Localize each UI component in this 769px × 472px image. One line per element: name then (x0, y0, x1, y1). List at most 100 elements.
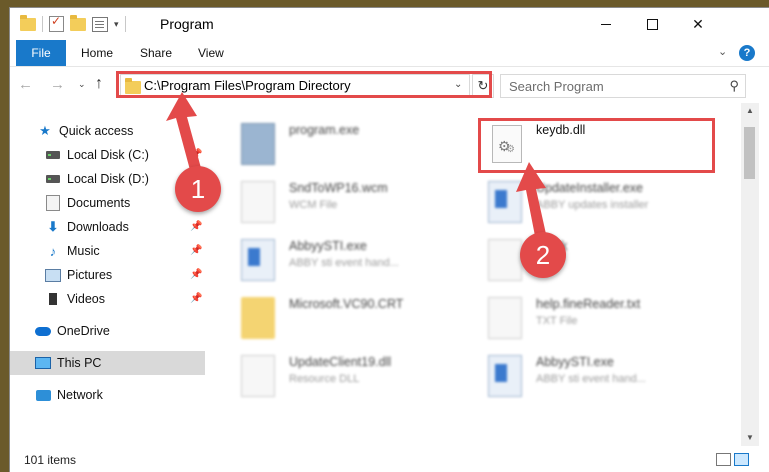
sidebar-item-label: Local Disk (C:) (67, 148, 149, 162)
application-icon (241, 239, 275, 281)
file-type: TXT File (536, 315, 578, 327)
sidebar-item-label: Quick access (59, 124, 134, 138)
folder-icon[interactable] (20, 14, 36, 31)
sidebar-item-network[interactable]: Network (10, 383, 230, 407)
sidebar-item-label: Videos (67, 292, 105, 306)
file-item-help-finereader[interactable]: help.fineReader.txt TXT File (488, 293, 728, 345)
drive-icon (45, 147, 61, 163)
recent-locations-chevron-icon[interactable]: ⌄ (78, 79, 86, 90)
file-item-abbyysti[interactable]: AbbyySTI.exe ABBY sti event hand... (241, 235, 481, 287)
file-name: Microsoft.VC90.CRT (289, 297, 404, 311)
music-icon: ♪ (49, 243, 57, 259)
drive-icon (45, 171, 61, 187)
star-icon: ★ (39, 123, 51, 138)
scroll-up-arrow-icon[interactable]: ▲ (741, 103, 759, 119)
close-icon: ✕ (692, 15, 704, 32)
cloud-icon (35, 323, 51, 339)
window-title: Program (160, 16, 214, 32)
file-name: help.fineReader.txt (536, 297, 641, 311)
sidebar-item-label: Pictures (67, 268, 113, 282)
computer-icon (35, 355, 51, 371)
file-name: UpdateClient19.dll (289, 355, 392, 369)
sidebar-item-label: Local Disk (D:) (67, 172, 149, 186)
ribbon-tabs: File Home Share View ⌄ ? (10, 40, 769, 67)
scrollbar-thumb[interactable] (744, 127, 755, 179)
tab-home[interactable]: Home (81, 40, 113, 66)
file-item-updateclient19[interactable]: UpdateClient19.dll Resource DLL (241, 351, 481, 403)
sidebar-item-label: OneDrive (57, 324, 110, 338)
pictures-icon (45, 267, 61, 283)
scroll-down-arrow-icon[interactable]: ▼ (741, 430, 759, 446)
sidebar-item-label: Music (67, 244, 100, 258)
file-icon (488, 239, 522, 281)
pin-icon[interactable]: 📌 (190, 245, 202, 256)
properties-check-icon[interactable] (49, 14, 64, 32)
file-item-program-exe[interactable]: program.exe (241, 119, 481, 171)
toolbar-separator (42, 16, 43, 32)
videos-icon (45, 291, 61, 307)
tab-view[interactable]: View (198, 40, 224, 66)
customize-toolbar-chevron-icon[interactable]: ▾ (114, 19, 119, 30)
maximize-icon (646, 18, 658, 30)
tab-share[interactable]: Share (140, 40, 172, 66)
file-name: AbbyySTI.exe (536, 355, 614, 369)
forward-arrow-icon[interactable]: → (50, 76, 65, 93)
details-view-icon[interactable] (716, 453, 731, 466)
minimize-icon (601, 23, 611, 25)
pin-icon[interactable]: 📌 (190, 269, 202, 280)
search-input[interactable]: Search Program (509, 79, 604, 94)
tab-file[interactable]: File (16, 40, 66, 66)
file-type: ABBY sti event hand... (289, 257, 399, 269)
file-type: ABBY sti event hand... (536, 373, 646, 385)
quick-access-toolbar: ▾ (20, 14, 126, 32)
status-bar: 101 items (10, 446, 769, 472)
file-item-sndtowp16[interactable]: SndToWP16.wcm WCM File (241, 177, 481, 229)
pin-icon[interactable]: 📌 (190, 293, 202, 304)
sidebar-item-label: Documents (67, 196, 131, 210)
file-list: program.exe SndToWP16.wcm WCM File Abbyy… (205, 103, 741, 446)
file-item-abbyysti-2[interactable]: AbbyySTI.exe ABBY sti event hand... (488, 351, 728, 403)
network-icon (35, 387, 51, 403)
application-icon (488, 355, 522, 397)
help-icon[interactable]: ? (739, 45, 755, 61)
application-icon (488, 181, 522, 223)
file-type: Resource DLL (289, 373, 360, 385)
file-item-microsoft-vc90-crt[interactable]: Microsoft.VC90.CRT (241, 293, 481, 345)
file-name: AbbyySTI.exe (289, 239, 367, 253)
file-item-updateinstaller[interactable]: UpdateInstaller.exe ABBY updates install… (488, 177, 728, 229)
minimize-button[interactable] (583, 8, 629, 40)
file-type: WCM File (289, 199, 338, 211)
sidebar-item-this-pc[interactable]: This PC (10, 351, 230, 375)
step-2-badge: 2 (520, 232, 566, 278)
navigation-bar: ← → ⌄ ↑ C:\Program Files\Program Directo… (10, 67, 769, 103)
file-icon (241, 181, 275, 223)
vertical-scrollbar[interactable]: ▲ ▼ (741, 103, 759, 446)
new-folder-icon[interactable] (70, 14, 86, 31)
expand-ribbon-chevron-icon[interactable]: ⌄ (718, 45, 727, 58)
address-bar-highlight (116, 71, 492, 98)
search-icon[interactable]: ⚲ (729, 78, 739, 94)
up-arrow-icon[interactable]: ↑ (95, 75, 103, 93)
navigation-pane: ★ Quick access Local Disk (C:) 📌 Local D… (10, 103, 230, 446)
close-button[interactable]: ✕ (675, 8, 721, 40)
step-1-badge: 1 (175, 166, 221, 212)
keydb-file-highlight (478, 118, 715, 173)
pin-icon[interactable]: 📌 (190, 221, 202, 232)
sidebar-item-quick-access[interactable]: ★ Quick access (10, 119, 232, 143)
maximize-button[interactable] (629, 8, 675, 40)
sidebar-item-label: Network (57, 388, 103, 402)
sidebar-item-label: This PC (57, 356, 102, 370)
title-bar: ▾ Program ✕ (10, 8, 769, 40)
sidebar-item-onedrive[interactable]: OneDrive (10, 319, 230, 343)
toolbar-separator (124, 16, 126, 32)
explorer-window: ▾ Program ✕ File Home Share View ⌄ ? ← →… (10, 8, 769, 472)
properties-icon[interactable] (92, 16, 108, 32)
documents-icon (45, 195, 61, 211)
downloads-icon: ⬇ (47, 219, 59, 234)
file-type: ABBY updates installer (536, 199, 649, 211)
back-arrow-icon[interactable]: ← (18, 76, 33, 93)
pin-icon[interactable]: 📌 (190, 149, 202, 160)
search-box[interactable]: Search Program ⚲ (500, 74, 746, 98)
application-icon (241, 123, 275, 165)
large-icons-view-icon[interactable] (734, 453, 749, 466)
